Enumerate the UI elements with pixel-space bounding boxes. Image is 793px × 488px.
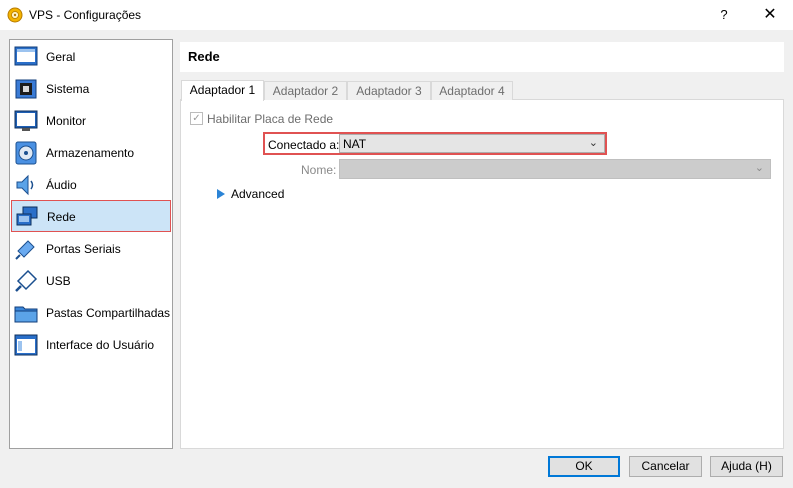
title-bar: VPS - Configurações ? ✕: [0, 0, 793, 30]
tab-adaptador-3[interactable]: Adaptador 3: [347, 81, 431, 100]
sidebar-item-label: Interface do Usuário: [46, 338, 155, 352]
network-icon: [16, 206, 38, 226]
sidebar-item-pastas-compartilhadas[interactable]: Pastas Compartilhadas: [11, 297, 171, 329]
serial-ports-icon: [15, 240, 35, 260]
attached-to-select[interactable]: NAT ⌄: [339, 134, 605, 153]
cancel-button[interactable]: Cancelar: [629, 456, 702, 477]
expand-arrow-icon: [217, 189, 225, 199]
enable-adapter-label: Habilitar Placa de Rede: [207, 112, 334, 126]
attached-to-value: NAT: [343, 137, 367, 151]
attached-to-label: Conectado a:: [268, 138, 340, 152]
general-icon: [14, 46, 38, 66]
page-header: Rede: [180, 42, 784, 72]
sidebar-item-sistema[interactable]: Sistema: [11, 73, 171, 105]
sidebar-item-audio[interactable]: Áudio: [11, 169, 171, 201]
sidebar-item-label: Armazenamento: [46, 146, 135, 160]
window-title: VPS - Configurações: [29, 8, 142, 22]
sidebar-item-armazenamento[interactable]: Armazenamento: [11, 137, 171, 169]
sidebar-item-label: Pastas Compartilhadas: [46, 306, 171, 320]
adapter-name-select: ⌄: [339, 159, 771, 179]
monitor-icon: [14, 110, 38, 131]
sidebar-item-label: Áudio: [46, 178, 77, 192]
sidebar-item-label: Portas Seriais: [46, 242, 121, 256]
sidebar-item-label: USB: [46, 274, 71, 288]
usb-icon: [15, 269, 38, 292]
tab-adaptador-2[interactable]: Adaptador 2: [264, 81, 347, 100]
sidebar-item-label: Geral: [46, 50, 76, 64]
sidebar-item-label: Sistema: [46, 82, 90, 96]
tab-adaptador-4[interactable]: Adaptador 4: [431, 81, 513, 100]
user-interface-icon: [14, 334, 38, 356]
sidebar-item-monitor[interactable]: Monitor: [11, 105, 171, 137]
sidebar-item-label: Rede: [47, 210, 76, 224]
sidebar-item-rede[interactable]: Rede: [11, 200, 171, 232]
virtualbox-app-icon: [7, 7, 23, 23]
sidebar-item-portas-seriais[interactable]: Portas Seriais: [11, 233, 171, 265]
page-title: Rede: [188, 49, 220, 64]
advanced-label: Advanced: [231, 187, 285, 201]
sidebar-item-label: Monitor: [46, 114, 87, 128]
sidebar-item-geral[interactable]: Geral: [11, 41, 171, 73]
storage-icon: [15, 141, 37, 165]
title-help-button[interactable]: ?: [712, 4, 736, 26]
chevron-down-icon: ⌄: [588, 137, 598, 149]
sidebar-item-usb[interactable]: USB: [11, 265, 171, 297]
enable-adapter-checkbox[interactable]: ✓: [190, 112, 203, 125]
shared-folders-icon: [14, 306, 38, 323]
ok-button[interactable]: OK: [548, 456, 620, 477]
adapter-name-label: Nome:: [301, 163, 337, 177]
chevron-down-icon: ⌄: [754, 162, 764, 174]
audio-icon: [16, 174, 34, 196]
settings-sidebar: Geral Sistema Monitor Armazenamento Áudi…: [9, 39, 173, 449]
close-button[interactable]: ✕: [758, 4, 782, 26]
help-button[interactable]: Ajuda (H): [710, 456, 783, 477]
tab-adaptador-1[interactable]: Adaptador 1: [181, 80, 264, 101]
system-icon: [15, 79, 37, 99]
sidebar-item-interface-do-usuario[interactable]: Interface do Usuário: [11, 329, 171, 361]
